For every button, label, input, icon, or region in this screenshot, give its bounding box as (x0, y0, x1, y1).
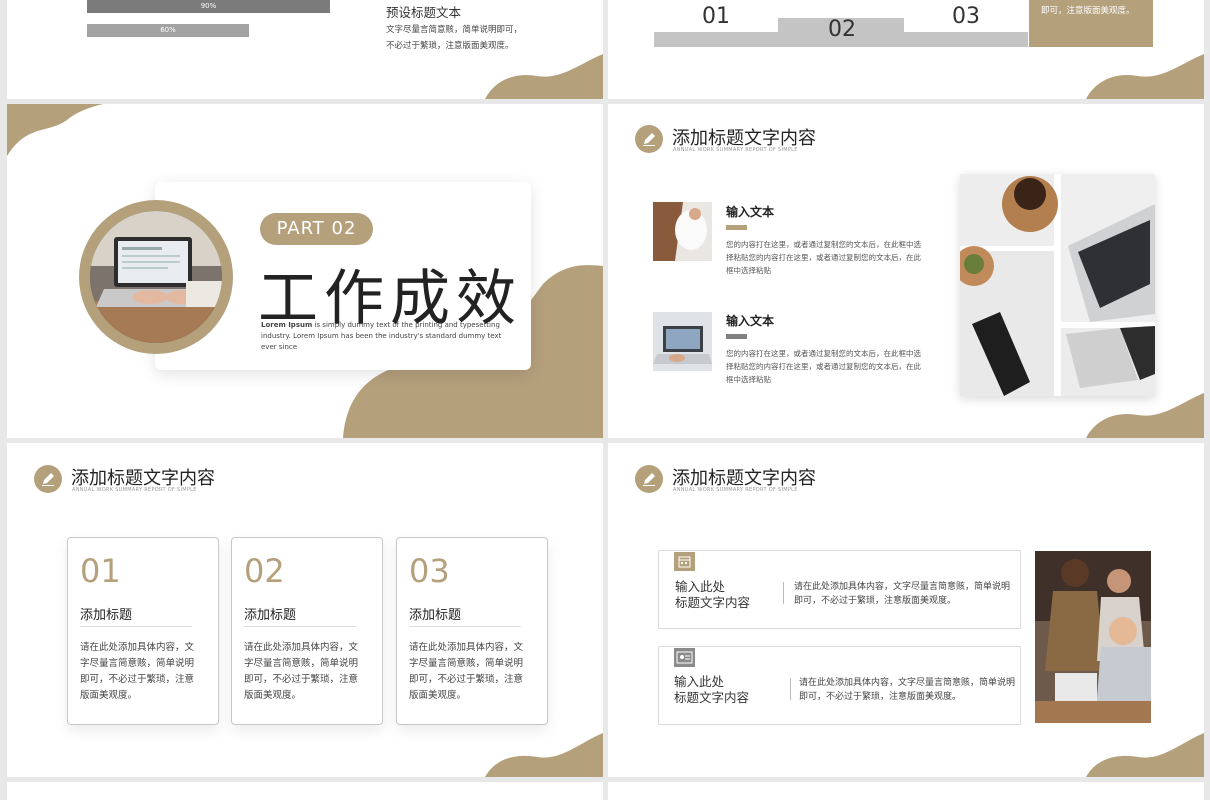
list-row-title-1: 输入此处 标题文字内容 (675, 579, 751, 610)
item-title-1: 输入文本 (726, 205, 775, 219)
list-row-desc-1: 请在此处添加具体内容，文字尽量言简意赅，简单说明即可，不必过于繁琐，注意版面美观… (794, 582, 1011, 606)
card-02: 02 添加标题 请在此处添加具体内容，文字尽量言简意赅，简单说明即可，不必过于繁… (231, 537, 383, 725)
progress-bar-60: 60% (87, 24, 249, 37)
card-title: 添加标题 (80, 608, 133, 623)
card-divider (244, 626, 356, 627)
laptop-photo-icon (90, 211, 222, 343)
preset-desc-line2: 不必过于繁琐，注意版面美观度。 (386, 41, 514, 51)
card-number: 01 (80, 552, 121, 590)
photo-collage (954, 174, 1155, 396)
card-title: 添加标题 (244, 608, 297, 623)
number-cell-01: 01 (654, 0, 778, 32)
thumb-photo-2 (653, 312, 712, 371)
slide-subtitle: ANNUAL WORK SUMMARY REPORT OF SIMPLE (673, 487, 798, 493)
card-title: 添加标题 (409, 608, 462, 623)
card-divider (80, 626, 192, 627)
number-cell-03: 03 (904, 0, 1028, 32)
pencil-icon (34, 465, 62, 493)
item-title-2: 输入文本 (726, 314, 775, 328)
card-number: 02 (244, 552, 285, 590)
progress-bar-label: 60% (160, 26, 176, 34)
item-accent-bar-2 (726, 334, 747, 339)
decorative-blob (485, 54, 603, 99)
laptop-photo (90, 211, 222, 343)
side-text: 即可，注意版面美观度。 (1041, 6, 1135, 16)
slide-bottom-left-peek (7, 782, 603, 800)
id-card-icon (674, 648, 695, 667)
item-accent-bar-1 (726, 225, 747, 230)
progress-bar-label: 90% (200, 2, 217, 10)
preset-title: 预设标题文本 (386, 5, 462, 20)
number-label-02: 02 (828, 17, 856, 42)
calendar-icon (674, 552, 695, 571)
card-desc: 请在此处添加具体内容，文字尽量言简意赅，简单说明即可，不必过于繁琐，注意版面美观… (244, 642, 359, 701)
team-photo (1035, 551, 1151, 723)
decorative-blob (1086, 393, 1204, 438)
item-desc-2: 您的内容打在这里，或者通过复制您的文本后，在此框中选择粘贴您的内容打在这里，或者… (726, 349, 921, 384)
progress-bar-90: 90% (87, 0, 330, 13)
top-left-blob (7, 104, 103, 156)
part-label: PART 02 (260, 213, 373, 245)
decorative-blob (485, 733, 603, 777)
lorem-bold: Lorem Ipsum (261, 321, 313, 329)
number-label: 03 (952, 4, 980, 29)
list-row-divider (790, 678, 791, 700)
list-row-divider (783, 582, 784, 604)
slide-subtitle: ANNUAL WORK SUMMARY REPORT OF SIMPLE (673, 147, 798, 153)
card-desc: 请在此处添加具体内容，文字尽量言简意赅，简单说明即可，不必过于繁琐，注意版面美观… (409, 642, 524, 701)
number-label: 01 (702, 4, 730, 29)
item-desc-1: 您的内容打在这里，或者通过复制您的文本后，在此框中选择粘贴您的内容打在这里，或者… (726, 240, 921, 275)
list-row-desc-2: 请在此处添加具体内容，文字尽量言简意赅，简单说明即可，不必过于繁琐，注意版面美观… (799, 678, 1016, 702)
slide-subtitle: ANNUAL WORK SUMMARY REPORT OF SIMPLE (72, 487, 197, 493)
thumb-photo-1 (653, 202, 712, 261)
card-number: 03 (409, 552, 450, 590)
section-lorem: Lorem Ipsum is simply dummy text of the … (261, 320, 511, 353)
decorative-blob (1086, 54, 1204, 99)
card-01: 01 添加标题 请在此处添加具体内容，文字尽量言简意赅，简单说明即可，不必过于繁… (67, 537, 219, 725)
pencil-icon (635, 125, 663, 153)
list-row-title-2: 输入此处 标题文字内容 (674, 674, 750, 705)
pencil-icon (635, 465, 663, 493)
slide-bottom-right-peek (608, 782, 1204, 800)
decorative-blob (1086, 733, 1204, 777)
preset-desc-line1: 文字尽量言简意赅，简单说明即可， (386, 25, 523, 35)
card-divider (409, 626, 521, 627)
card-03: 03 添加标题 请在此处添加具体内容，文字尽量言简意赅，简单说明即可，不必过于繁… (396, 537, 548, 725)
card-desc: 请在此处添加具体内容，文字尽量言简意赅，简单说明即可，不必过于繁琐，注意版面美观… (80, 642, 195, 701)
